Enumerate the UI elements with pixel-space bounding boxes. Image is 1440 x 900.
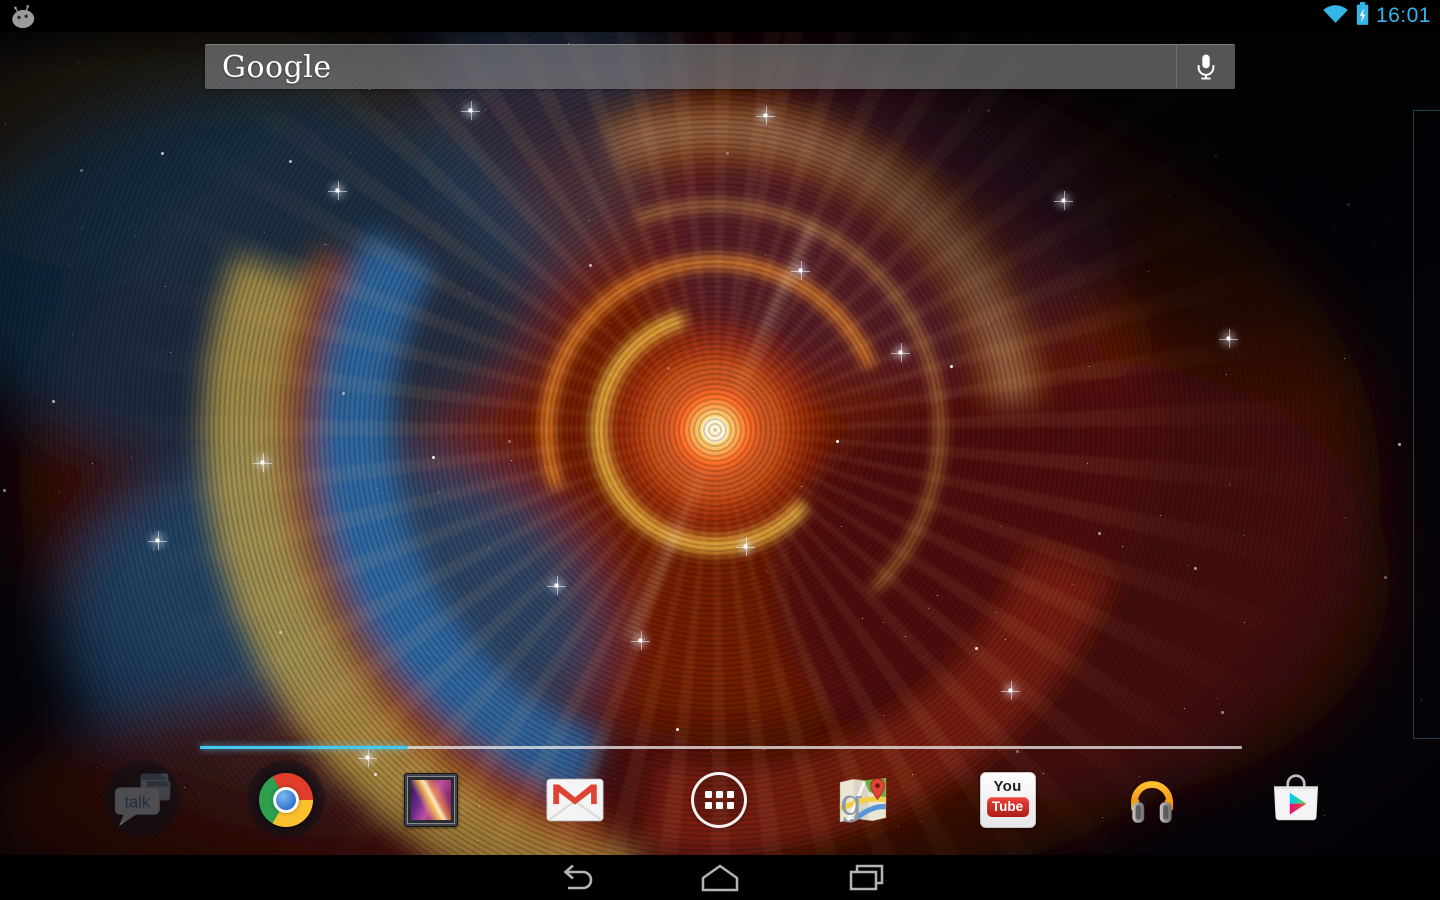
maps-icon: g — [839, 777, 887, 824]
dock-app-chrome[interactable] — [246, 760, 326, 838]
home-icon — [701, 863, 739, 891]
youtube-tube-text: Tube — [986, 797, 1029, 817]
status-bar: 16:01 — [0, 0, 1440, 32]
back-button[interactable] — [532, 855, 620, 900]
voice-search-button[interactable] — [1176, 45, 1235, 89]
dock-app-play-music[interactable] — [1112, 766, 1192, 834]
android-home-screen: { "status_bar": { "time": "16:01", "acce… — [0, 0, 1440, 900]
dock: talk g — [102, 760, 1336, 838]
dock-app-play-store[interactable] — [1256, 766, 1336, 834]
recents-icon — [849, 864, 884, 890]
icon-halo — [103, 760, 181, 838]
back-icon — [563, 864, 593, 889]
play-store-icon — [1273, 774, 1319, 821]
microphone-icon — [1197, 54, 1215, 80]
gallery-photo-thumbnail — [410, 780, 451, 820]
home-page-scroll-indicator — [200, 746, 1242, 749]
chrome-icon — [259, 773, 314, 827]
dock-app-talk[interactable]: talk — [102, 760, 182, 838]
home-button[interactable] — [676, 855, 764, 900]
dock-app-youtube[interactable]: You Tube — [968, 766, 1048, 834]
gallery-icon — [403, 773, 458, 827]
gmail-icon — [546, 778, 604, 822]
adjacent-page-outline — [1413, 110, 1440, 739]
dock-app-gallery[interactable] — [391, 766, 471, 834]
battery-charging-icon — [1354, 0, 1371, 32]
svg-text:g: g — [840, 783, 863, 824]
android-notification-icon[interactable] — [8, 4, 38, 35]
galaxy-nebula-art — [0, 0, 1440, 900]
google-search-bar[interactable]: Google — [205, 44, 1235, 89]
wifi-icon — [1322, 2, 1349, 30]
dock-app-gmail[interactable] — [535, 766, 615, 834]
recents-button[interactable] — [822, 855, 910, 900]
dock-app-maps[interactable]: g — [823, 766, 903, 834]
galaxy-wallpaper — [0, 0, 1440, 900]
play-music-icon — [1130, 781, 1173, 823]
current-page-segment — [200, 746, 409, 749]
google-logo: Google — [222, 49, 332, 85]
navigation-bar — [0, 855, 1440, 900]
all-apps-icon — [691, 772, 747, 828]
youtube-icon: You Tube — [979, 772, 1036, 828]
dock-app-all-apps[interactable] — [679, 766, 759, 834]
youtube-you-text: You — [993, 778, 1022, 795]
status-time: 16:01 — [1375, 4, 1431, 27]
